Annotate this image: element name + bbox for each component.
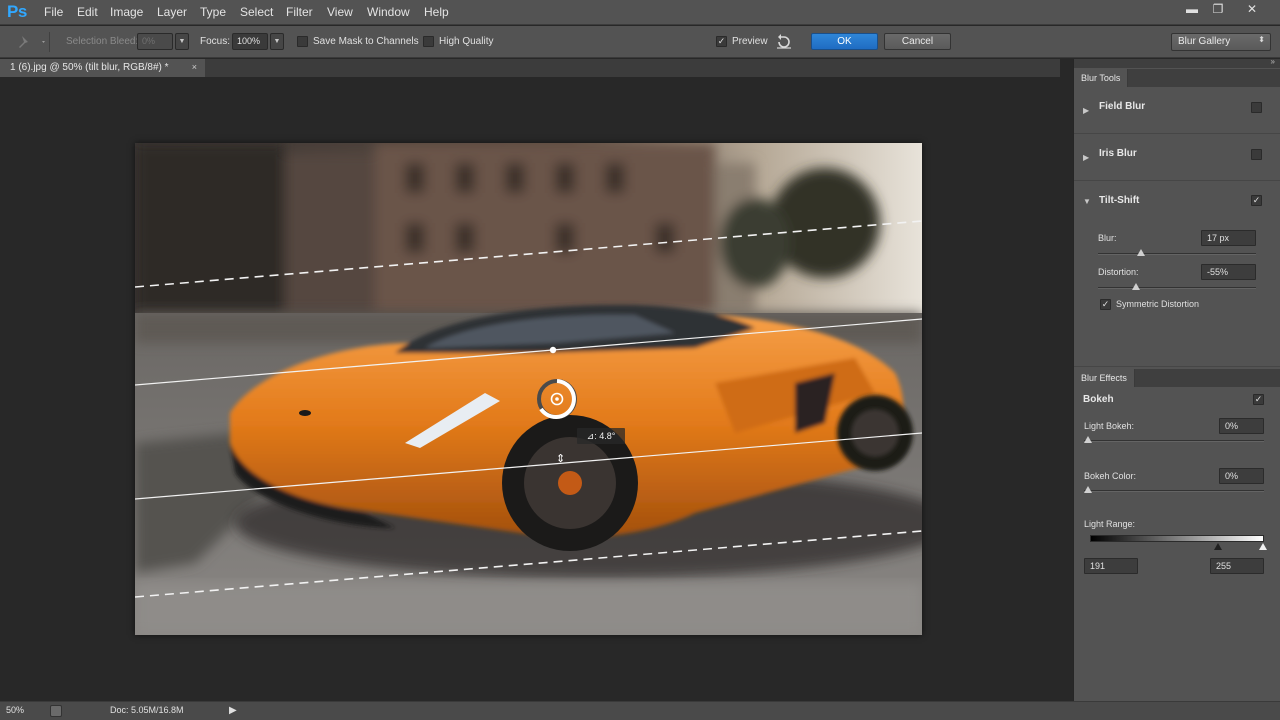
preview-checkbox[interactable]: ✓ [716,36,727,47]
light-bokeh-slider-thumb[interactable] [1084,436,1092,443]
bokeh-color-slider[interactable] [1084,490,1264,492]
distortion-label: Distortion: [1098,267,1139,277]
selection-bleed-dropdown: ▼ [175,33,189,50]
blur-tools-tab[interactable]: Blur Tools [1074,69,1129,87]
minimize-button[interactable]: ▬ [1178,1,1206,17]
menu-select[interactable]: Select [240,5,273,19]
status-menu-arrow-icon[interactable]: ▶ [229,705,237,716]
collapse-triangle-icon[interactable]: ▼ [1083,197,1091,206]
bokeh-color-slider-thumb[interactable] [1084,486,1092,493]
iris-blur-checkbox[interactable] [1251,149,1262,160]
blur-slider-thumb[interactable] [1137,249,1145,256]
tilt-shift-checkbox[interactable]: ✓ [1251,195,1262,206]
close-tab-icon[interactable]: × [192,62,197,72]
menu-bar: Ps File Edit Image Layer Type Select Fil… [0,0,1280,25]
light-range-gradient[interactable] [1090,535,1264,542]
panel-collapse-strip[interactable]: » [1074,57,1280,68]
blur-panel: » Blur Tools ▶ Field Blur ▶ Iris Blur ▼ … [1073,57,1280,701]
light-bokeh-field[interactable]: 0% [1219,418,1264,434]
blur-effects-header: Blur Effects [1074,369,1280,387]
collapse-arrows-icon[interactable]: » [1271,57,1275,66]
blur-slider[interactable] [1098,253,1256,255]
status-icon[interactable] [50,705,62,717]
pin-tool-icon [19,36,45,48]
distortion-slider[interactable] [1098,287,1256,289]
expand-triangle-icon[interactable]: ▶ [1083,106,1089,115]
menu-window[interactable]: Window [367,5,410,19]
field-blur-row[interactable]: ▶ Field Blur [1074,87,1280,134]
document-tab-bar: 1 (6).jpg @ 50% (tilt blur, RGB/8#) * × [0,59,1060,77]
document-size: Doc: 5.05M/16.8M [110,705,184,715]
bokeh-label: Bokeh [1083,394,1114,405]
document-tab-title: 1 (6).jpg @ 50% (tilt blur, RGB/8#) * [10,62,169,73]
menu-image[interactable]: Image [110,5,143,19]
symmetric-distortion-label: Symmetric Distortion [1116,299,1200,309]
bokeh-checkbox[interactable]: ✓ [1253,394,1264,405]
zoom-level[interactable]: 50% [6,705,24,715]
bokeh-color-label: Bokeh Color: [1084,471,1137,481]
reset-pins-icon[interactable] [775,34,793,50]
status-bar: 50% Doc: 5.05M/16.8M ▶ [0,701,1280,720]
focus-field[interactable]: 100% [232,33,268,50]
light-range-label: Light Range: [1084,519,1136,529]
field-blur-label: Field Blur [1099,101,1146,112]
menu-type[interactable]: Type [200,5,226,19]
photoshop-logo: Ps [7,2,27,21]
workspace-select-value: Blur Gallery [1178,36,1231,47]
updown-arrows-icon: ⬍ [1258,35,1265,44]
expand-triangle-icon[interactable]: ▶ [1083,153,1089,162]
tilt-shift-label: Tilt-Shift [1099,195,1140,206]
tilt-shift-section: ▼ Tilt-Shift ✓ Blur: 17 px Distortion: -… [1074,181,1280,367]
document-tab[interactable]: 1 (6).jpg @ 50% (tilt blur, RGB/8#) * × [0,59,205,77]
tool-preset-picker[interactable] [8,32,50,52]
menu-view[interactable]: View [327,5,353,19]
preview-label: Preview [732,36,768,47]
menu-layer[interactable]: Layer [157,5,187,19]
blur-amount-field[interactable]: 17 px [1201,230,1256,246]
selection-bleed-field: 0% [137,33,173,50]
menu-filter[interactable]: Filter [286,5,313,19]
car-photo [135,143,922,635]
iris-blur-row[interactable]: ▶ Iris Blur [1074,134,1280,181]
save-mask-checkbox[interactable] [297,36,308,47]
menu-file[interactable]: File [44,5,63,19]
focus-dropdown[interactable]: ▼ [270,33,284,50]
tilt-rotate-handle[interactable] [549,346,557,354]
light-bokeh-label: Light Bokeh: [1084,421,1135,431]
menu-help[interactable]: Help [424,5,449,19]
bokeh-color-field[interactable]: 0% [1219,468,1264,484]
move-cursor-icon: ⇕ [556,453,566,465]
focus-label: Focus: [200,36,231,47]
selection-bleed-label: Selection Bleed: [66,36,139,47]
save-mask-label: Save Mask to Channels [313,36,419,47]
ok-button[interactable]: OK [811,33,878,50]
distortion-field[interactable]: -55% [1201,264,1256,280]
field-blur-checkbox[interactable] [1251,102,1262,113]
distortion-slider-thumb[interactable] [1132,283,1140,290]
blur-effects-tab[interactable]: Blur Effects [1074,369,1135,387]
symmetric-distortion-checkbox[interactable]: ✓ [1100,299,1111,310]
canvas-area: ⊿: 4.8° ⇕ [0,77,1060,701]
iris-blur-label: Iris Blur [1099,148,1137,159]
cancel-button[interactable]: Cancel [884,33,951,50]
blur-tools-header: Blur Tools [1074,69,1280,87]
high-quality-checkbox[interactable] [423,36,434,47]
light-range-low-thumb[interactable] [1214,543,1222,550]
blur-amount-label: Blur: [1098,233,1117,243]
light-range-high-thumb[interactable] [1259,543,1267,550]
workspace-select[interactable]: Blur Gallery ⬍ [1171,33,1271,51]
menu-edit[interactable]: Edit [77,5,98,19]
high-quality-label: High Quality [439,36,494,47]
angle-readout: ⊿: 4.8° [577,428,625,444]
light-range-high-field[interactable]: 255 [1210,558,1264,574]
document-image[interactable]: ⊿: 4.8° ⇕ [135,143,922,635]
options-bar: Selection Bleed: 0% ▼ Focus: 100% ▼ Save… [0,26,1280,58]
light-bokeh-slider[interactable] [1084,440,1264,442]
close-window-button[interactable]: ✕ [1238,1,1266,17]
restore-button[interactable]: ❐ [1204,1,1232,17]
light-range-low-field[interactable]: 191 [1084,558,1138,574]
